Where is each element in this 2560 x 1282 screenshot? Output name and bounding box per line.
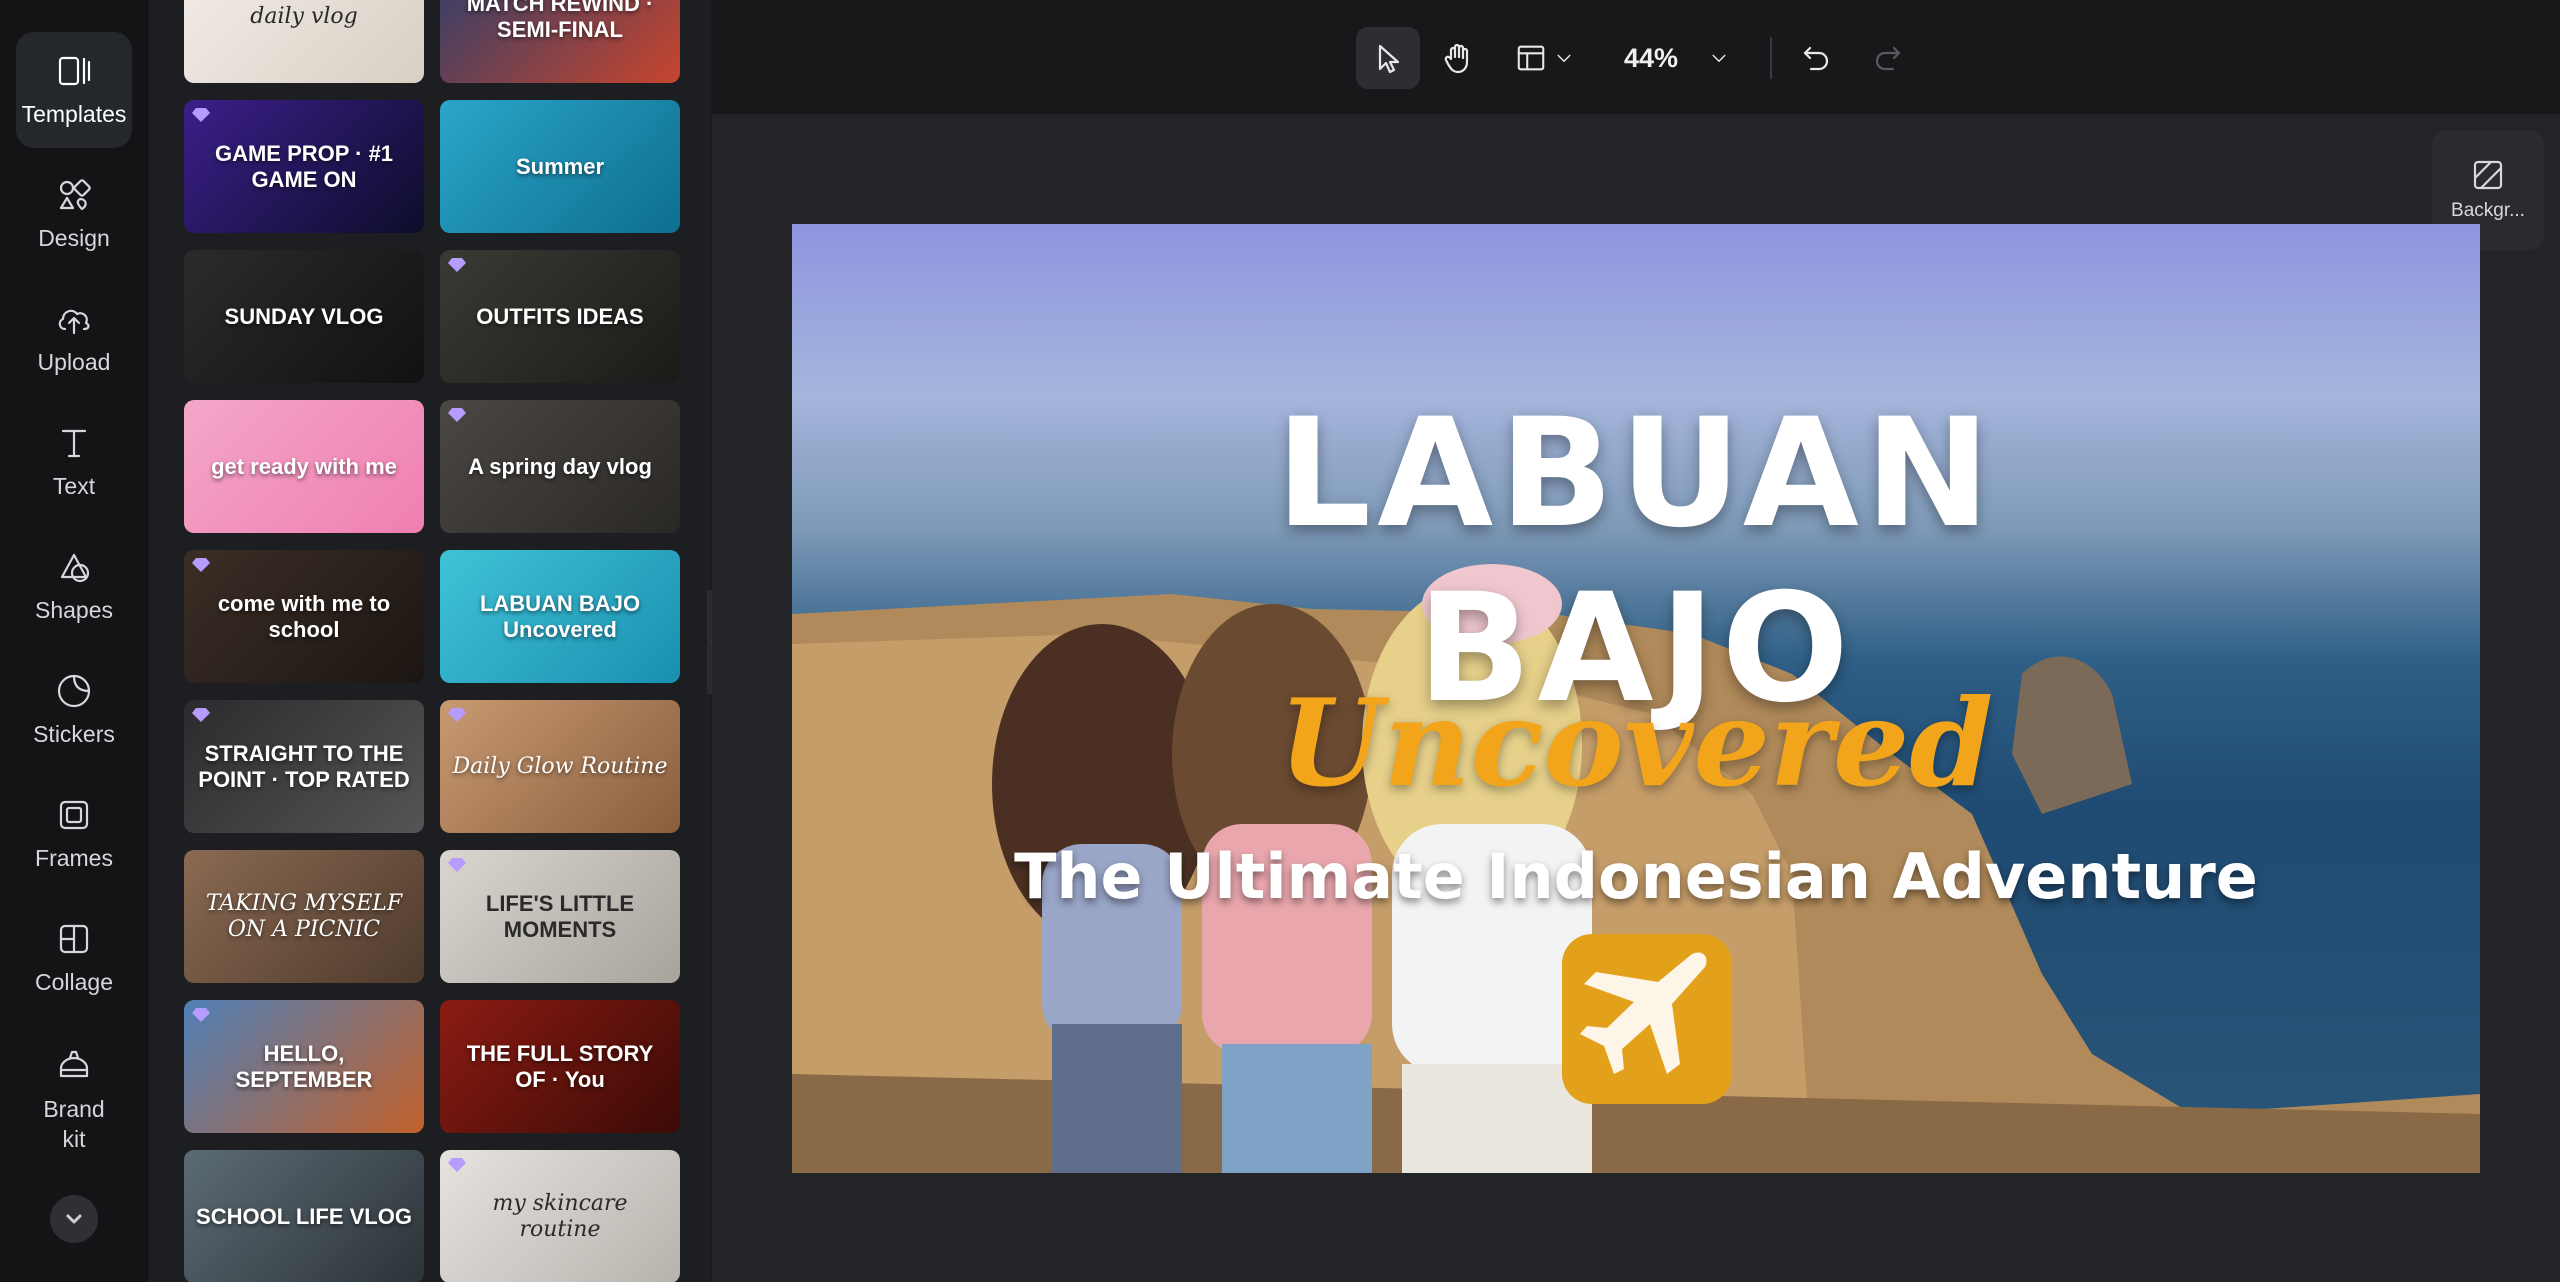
- rail-label: Collage: [35, 969, 113, 995]
- premium-diamond-icon: [192, 108, 210, 122]
- rail-item-collage[interactable]: Collage: [16, 900, 132, 1016]
- rail-more-button[interactable]: [50, 1195, 98, 1243]
- template-tile[interactable]: my skincare routine: [440, 1150, 680, 1282]
- template-tile[interactable]: STRAIGHT TO THE POINT · TOP RATED: [184, 700, 424, 833]
- template-tile-title: come with me to school: [217, 590, 391, 642]
- premium-diamond-icon: [448, 258, 466, 272]
- rail-label: Templates: [21, 101, 127, 127]
- frames-icon: [59, 800, 89, 830]
- undo-button[interactable]: [1788, 27, 1844, 89]
- template-tile-title: Summer: [515, 153, 605, 179]
- layout-dropdown-button[interactable]: [1502, 27, 1588, 89]
- template-tile[interactable]: A spring day vlog: [440, 400, 680, 533]
- zoom-dropdown-button[interactable]: 44%: [1612, 27, 1742, 89]
- redo-icon: [1875, 46, 1901, 71]
- premium-diamond-icon: [448, 708, 466, 722]
- left-rail: Templates Design Upload Text Shapes Stic…: [0, 0, 150, 1282]
- background-button-label: Backgr...: [2451, 200, 2525, 221]
- template-tile-title: A spring day vlog: [468, 453, 652, 479]
- templates-icon: [58, 56, 91, 86]
- rail-item-shapes[interactable]: Shapes: [16, 528, 132, 644]
- premium-diamond-icon: [192, 1008, 210, 1022]
- collage-icon: [59, 924, 89, 954]
- template-tile-title: SCHOOL LIFE VLOG: [196, 1203, 412, 1229]
- template-tile-title: get ready with me: [211, 453, 397, 479]
- rail-label: Shapes: [34, 597, 113, 623]
- rail-item-upload[interactable]: Upload: [16, 280, 132, 396]
- hand-tool-button[interactable]: [1426, 27, 1490, 89]
- background-icon: [2473, 160, 2503, 190]
- template-tile-title: SUNDAY VLOG: [224, 303, 384, 329]
- template-tile-title: STRAIGHT TO THE POINT · TOP RATED: [198, 740, 410, 792]
- rail-label: Upload: [37, 349, 111, 375]
- template-tile[interactable]: MATCH REWIND · SEMI-FINAL: [440, 0, 680, 83]
- template-tile-title: daily vlog: [250, 3, 358, 29]
- rail-item-templates[interactable]: Templates: [16, 32, 132, 148]
- brand-kit-icon: [59, 1050, 89, 1078]
- templates-panel: daily vlog MATCH REWIND · SEMI-FINAL GAME …: [151, 0, 711, 1282]
- template-tile[interactable]: daily vlog: [184, 0, 424, 83]
- stickers-icon: [57, 674, 91, 708]
- chevron-down-icon: [1557, 54, 1571, 62]
- canvas-title-line1[interactable]: LABUAN: [792, 394, 2480, 554]
- toolbar-divider: [1770, 37, 1772, 79]
- rail-label: Text: [52, 473, 96, 499]
- template-tile[interactable]: Daily Glow Routine: [440, 700, 680, 833]
- premium-diamond-icon: [448, 1158, 466, 1172]
- redo-button[interactable]: [1860, 27, 1916, 89]
- upload-icon: [58, 309, 90, 335]
- template-tile[interactable]: HELLO, SEPTEMBER: [184, 1000, 424, 1133]
- template-tile[interactable]: LIFE'S LITTLE MOMENTS: [440, 850, 680, 983]
- template-tile[interactable]: SUNDAY VLOG: [184, 250, 424, 383]
- template-tile[interactable]: get ready with me: [184, 400, 424, 533]
- template-tile[interactable]: come with me to school: [184, 550, 424, 683]
- rail-label: Stickers: [33, 721, 115, 747]
- select-tool-button[interactable]: [1356, 27, 1420, 89]
- template-tile-title: TAKING MYSELF ON A PICNIC: [205, 890, 403, 942]
- template-tile-title: THE FULL STORY OF · You: [466, 1040, 654, 1092]
- design-icon: [59, 179, 91, 211]
- template-tile[interactable]: GAME PROP · #1 GAME ON: [184, 100, 424, 233]
- template-tile-title: Daily Glow Routine: [452, 753, 668, 779]
- rail-item-text[interactable]: Text: [16, 404, 132, 520]
- chevron-down-icon: [1712, 54, 1726, 62]
- template-tile-title: MATCH REWIND · SEMI-FINAL: [466, 0, 654, 42]
- rail-item-frames[interactable]: Frames: [16, 776, 132, 892]
- template-tile-title: OUTFITS IDEAS: [476, 303, 644, 329]
- rail-item-design[interactable]: Design: [16, 156, 132, 272]
- premium-diamond-icon: [192, 558, 210, 572]
- template-tile-title: HELLO, SEPTEMBER: [235, 1040, 373, 1092]
- template-tile[interactable]: TAKING MYSELF ON A PICNIC: [184, 850, 424, 983]
- text-icon: [61, 429, 87, 458]
- canvas-script-text[interactable]: Uncovered: [792, 679, 2480, 809]
- top-toolbar: 44%: [712, 0, 2560, 114]
- shapes-icon: [60, 553, 90, 583]
- select-pointer-icon: [1378, 44, 1400, 74]
- template-tile-title: GAME PROP · #1 GAME ON: [214, 140, 394, 192]
- premium-diamond-icon: [192, 708, 210, 722]
- template-tile[interactable]: LABUAN BAJO Uncovered: [440, 550, 680, 683]
- rail-label: Design: [38, 225, 110, 251]
- hand-pan-icon: [1444, 43, 1469, 74]
- template-tile-title: LIFE'S LITTLE MOMENTS: [485, 890, 635, 942]
- undo-icon: [1803, 46, 1829, 71]
- rail-item-stickers[interactable]: Stickers: [16, 652, 132, 768]
- premium-diamond-icon: [448, 408, 466, 422]
- design-canvas[interactable]: LABUAN BAJO Uncovered The Ultimate Indon…: [792, 224, 2480, 1173]
- premium-diamond-icon: [448, 858, 466, 872]
- airplane-sticker[interactable]: [1562, 924, 1732, 1104]
- template-tile[interactable]: SCHOOL LIFE VLOG: [184, 1150, 424, 1282]
- chevron-down-icon: [66, 1214, 82, 1224]
- canvas-subtitle[interactable]: The Ultimate Indonesian Adventure: [792, 839, 2480, 915]
- template-tile[interactable]: THE FULL STORY OF · You: [440, 1000, 680, 1133]
- rail-item-brand-kit[interactable]: Brand kit: [16, 1030, 132, 1170]
- zoom-value: 44%: [1623, 42, 1679, 73]
- template-tile[interactable]: OUTFITS IDEAS: [440, 250, 680, 383]
- layout-icon: [1517, 45, 1545, 71]
- template-tile[interactable]: Summer: [440, 100, 680, 233]
- rail-label: Frames: [35, 845, 113, 871]
- template-tile-title: my skincare routine: [492, 1190, 628, 1242]
- template-tile-title: LABUAN BAJO Uncovered: [479, 590, 641, 642]
- rail-label: Brand kit: [43, 1096, 105, 1152]
